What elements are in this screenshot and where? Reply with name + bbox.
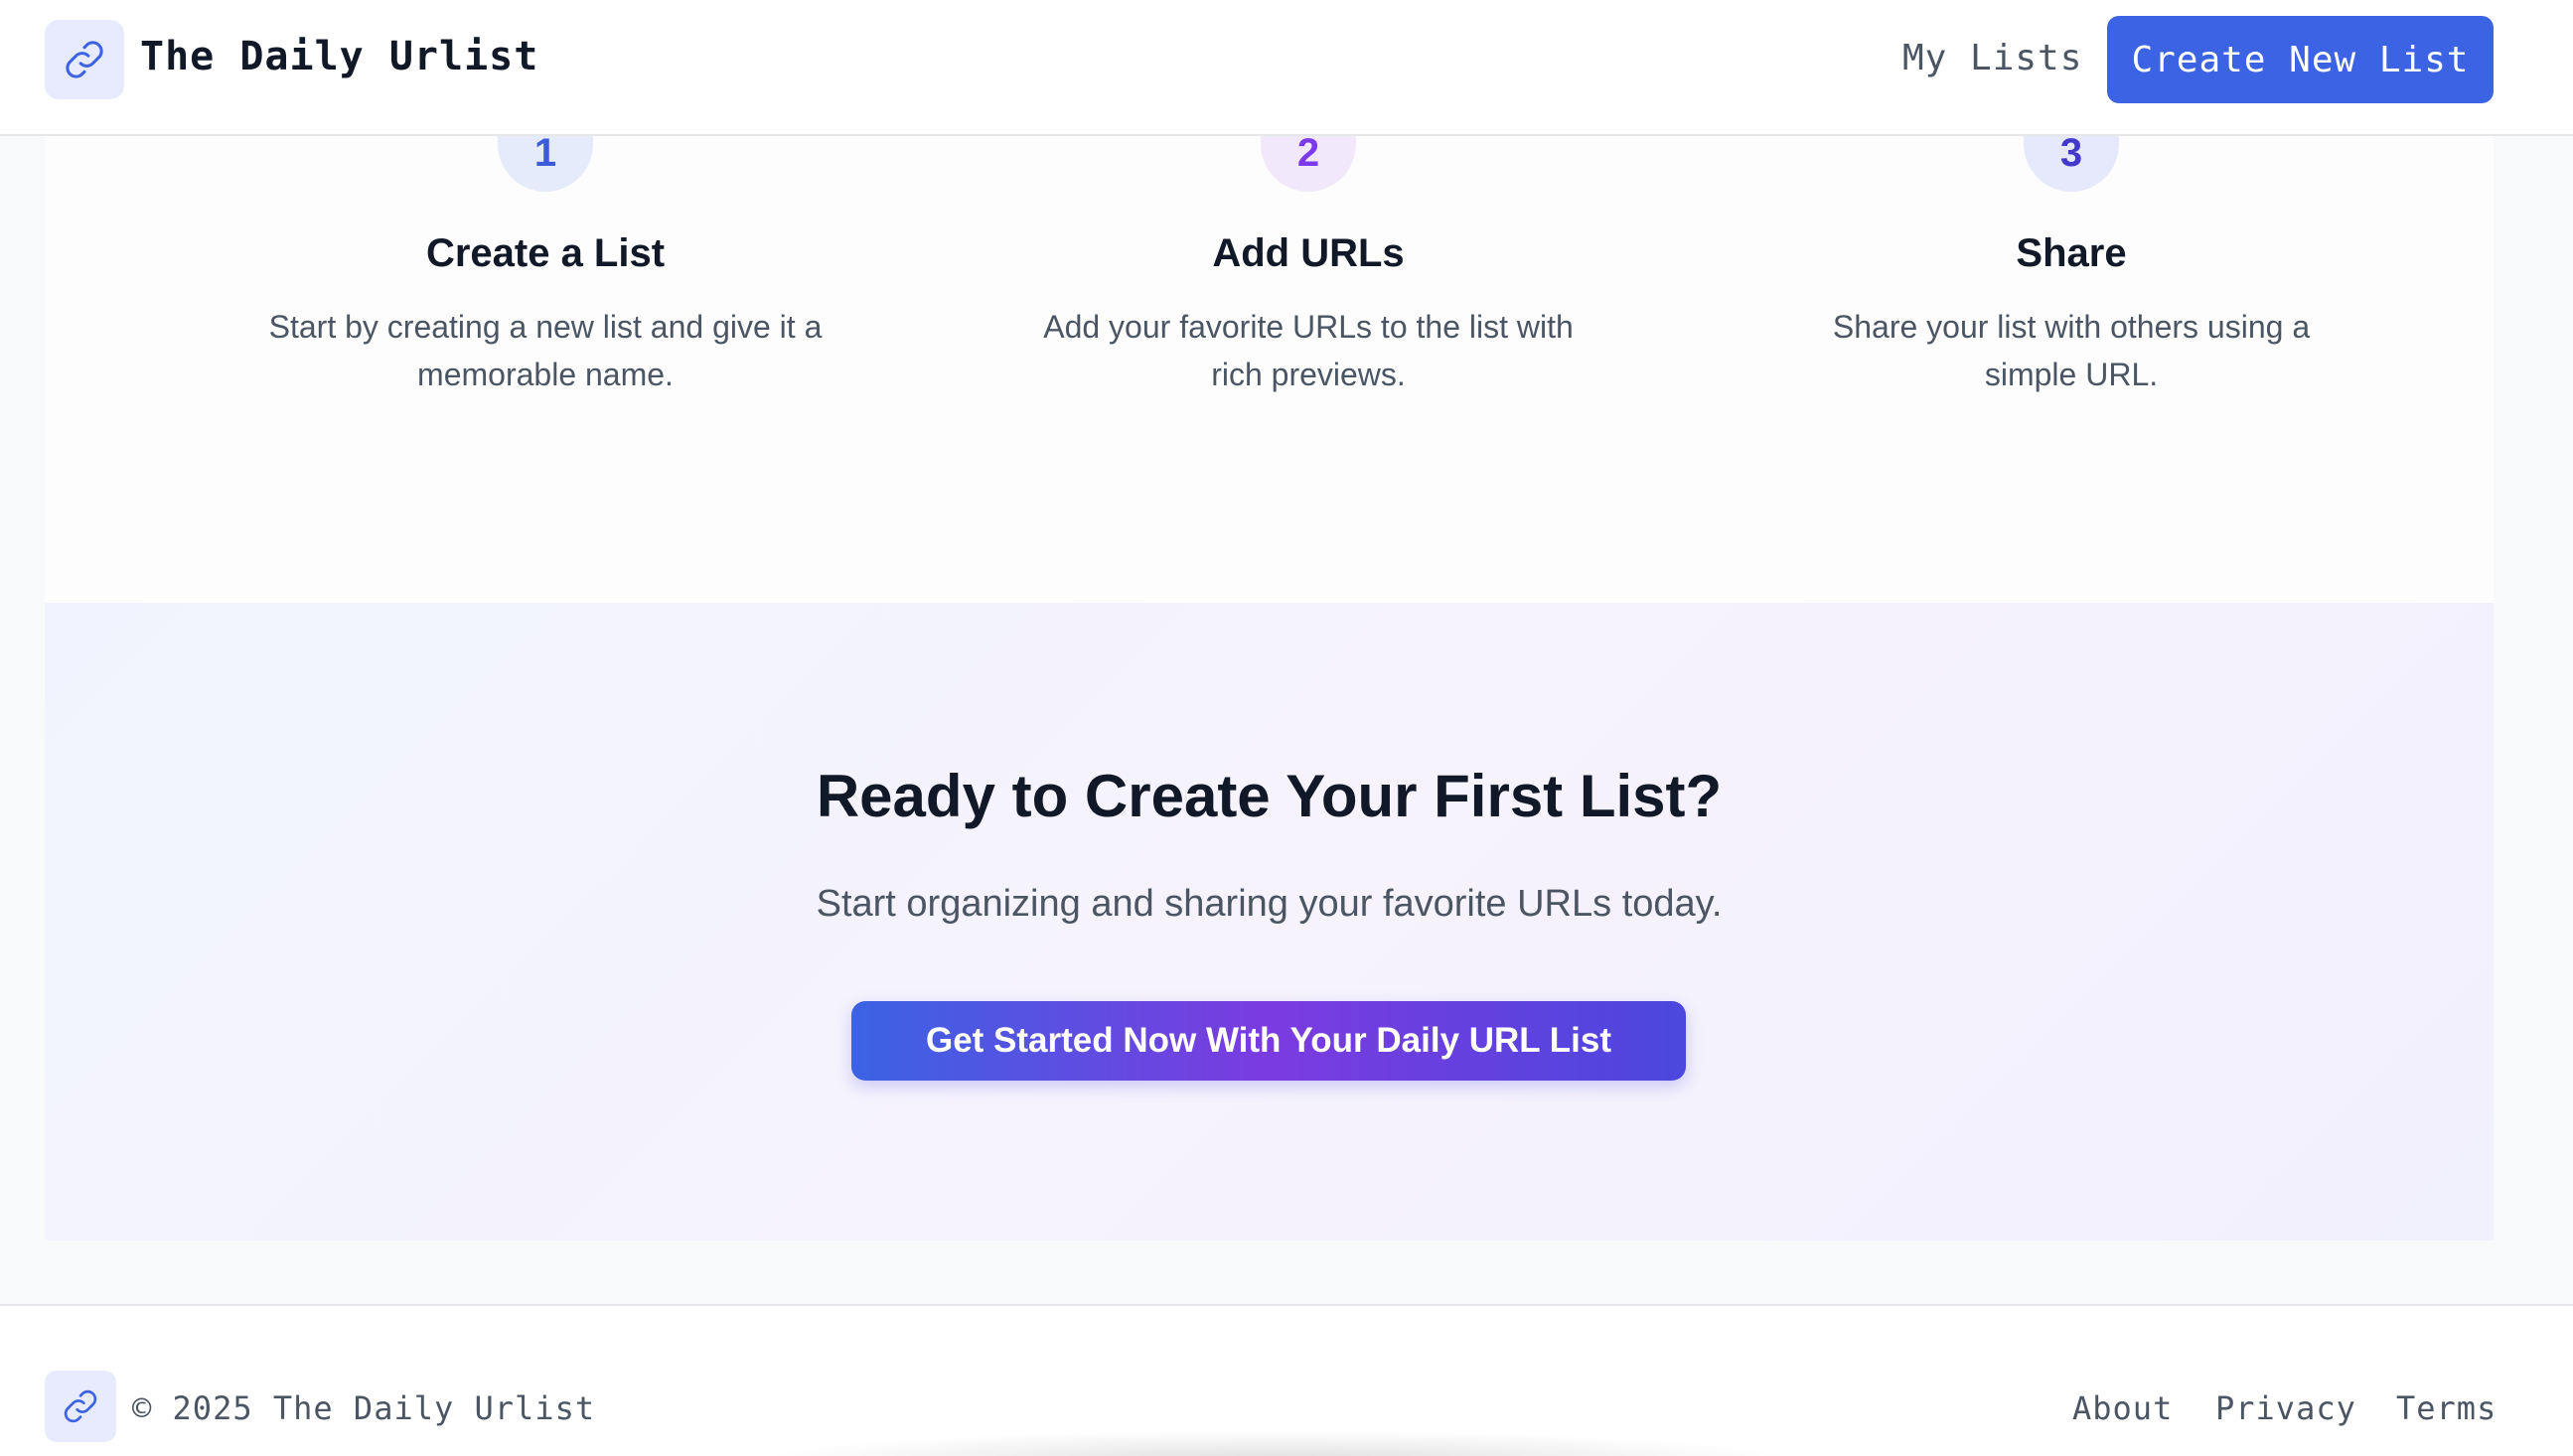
call-to-action-section: Ready to Create Your First List? Start o… bbox=[45, 603, 2494, 1240]
step-description: Add your favorite URLs to the list with … bbox=[1043, 309, 1574, 392]
footer-link-terms[interactable]: Terms bbox=[2396, 1389, 2497, 1427]
step-title: Share bbox=[2016, 231, 2127, 275]
get-started-button[interactable]: Get Started Now With Your Daily URL List bbox=[851, 1001, 1686, 1081]
step-description: Share your list with others using a simp… bbox=[1832, 309, 2311, 392]
link-icon bbox=[66, 41, 103, 78]
brand-name[interactable]: The Daily Urlist bbox=[140, 34, 538, 79]
cta-subtitle: Start organizing and sharing your favori… bbox=[816, 883, 1723, 925]
cta-heading: Ready to Create Your First List? bbox=[816, 763, 1723, 829]
footer-link-about[interactable]: About bbox=[2072, 1389, 2173, 1427]
link-icon bbox=[64, 1389, 97, 1423]
how-it-works-section: 1 Create a List Start by creating a new … bbox=[45, 114, 2494, 603]
copyright-text: © 2025 The Daily Urlist bbox=[132, 1389, 596, 1427]
footer-link-privacy[interactable]: Privacy bbox=[2215, 1389, 2356, 1427]
step-description: Start by creating a new list and give it… bbox=[268, 309, 823, 392]
top-nav-bar: The Daily Urlist My Lists Create New Lis… bbox=[0, 0, 2573, 136]
step-title: Create a List bbox=[425, 231, 666, 275]
footer-logo-badge[interactable] bbox=[45, 1371, 116, 1442]
create-new-list-button[interactable]: Create New List bbox=[2107, 16, 2494, 103]
nav-my-lists-link[interactable]: My Lists bbox=[1902, 38, 2082, 78]
logo-badge[interactable] bbox=[45, 20, 124, 99]
page: The Daily Urlist My Lists Create New Lis… bbox=[0, 0, 2573, 1456]
step-title: Add URLs bbox=[1212, 231, 1405, 275]
